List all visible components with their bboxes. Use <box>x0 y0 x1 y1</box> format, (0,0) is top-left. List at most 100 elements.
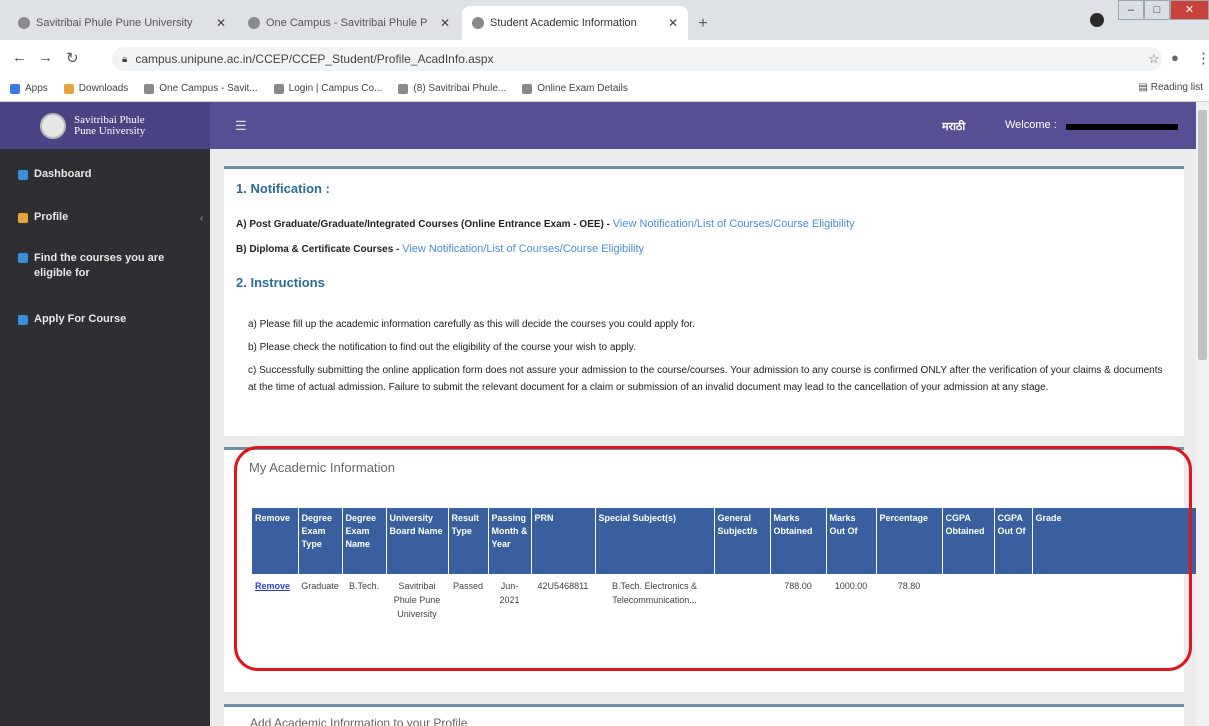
remove-academic-record-link[interactable]: Remove <box>255 581 290 591</box>
table-header: PRN <box>531 508 596 574</box>
marathi-language-link[interactable]: मराठी <box>942 119 965 134</box>
table-cell: 78.80 <box>897 581 921 591</box>
table-header: Degree Exam Name <box>342 508 387 574</box>
table-cell <box>994 574 1032 626</box>
bookmark-star-icon[interactable]: ☆ <box>1148 51 1160 67</box>
table-cell <box>1032 574 1209 626</box>
table-cell: 42U5468811 <box>537 581 589 591</box>
table-cell: 788.00 <box>784 581 812 591</box>
notification-heading: 1. Notification : <box>236 181 330 196</box>
table-cell: Jun-2021 <box>499 581 520 605</box>
sidebar-item-profile[interactable]: Profile <box>18 211 68 223</box>
table-cell <box>714 574 770 626</box>
site-favicon-icon <box>248 17 260 29</box>
table-header: University Board Name <box>386 508 449 574</box>
reading-list-button[interactable]: ▤ Reading list <box>1139 82 1204 93</box>
university-logo[interactable]: Savitribai Phule Pune University <box>0 102 210 149</box>
bookmark-savitribai[interactable]: (8) Savitribai Phule... <box>398 83 506 94</box>
browser-profile-icon[interactable] <box>1090 13 1104 27</box>
profile-icon <box>18 213 28 223</box>
table-header: Grade <box>1032 508 1209 574</box>
notification-line-a: A) Post Graduate/Graduate/Integrated Cou… <box>236 218 855 230</box>
table-header: Special Subject(s) <box>595 508 715 574</box>
sidebar <box>0 149 210 726</box>
table-cell: 1000.00 <box>834 581 868 591</box>
tab-title: One Campus - Savitribai Phule P <box>266 17 428 29</box>
browser-tab-bar: Savitribai Phule Pune University ✕ One C… <box>0 0 1209 40</box>
bookmark-apps[interactable]: Apps <box>10 83 48 94</box>
url-text: campus.unipune.ac.in/CCEP/CCEP_Student/P… <box>135 52 494 66</box>
view-notification-pg-link[interactable]: View Notification/List of Courses/Course… <box>613 218 855 230</box>
bookmark-one-campus[interactable]: One Campus - Savit... <box>144 83 258 94</box>
download-icon <box>63 83 74 94</box>
instruction-a: a) Please fill up the academic informati… <box>248 319 695 330</box>
page-scrollbar[interactable] <box>1196 102 1209 726</box>
address-bar[interactable]: 🔒︎ campus.unipune.ac.in/CCEP/CCEP_Studen… <box>112 47 1162 71</box>
logo-line-2: Pune University <box>74 124 146 137</box>
table-header: CGPA Obtained <box>942 508 995 574</box>
logo-line-1: Savitribai Phule <box>74 113 145 126</box>
add-academic-info-title: Add Academic Information to your Profile <box>250 716 468 726</box>
sidebar-item-dashboard[interactable]: Dashboard <box>18 168 91 180</box>
apps-grid-icon <box>10 83 20 94</box>
table-header: Degree Exam Type <box>298 508 343 574</box>
back-arrow-icon[interactable]: ← <box>12 49 27 66</box>
scrollbar-thumb[interactable] <box>1198 110 1207 360</box>
find-courses-icon <box>18 253 28 263</box>
hamburger-menu-icon[interactable]: ☰ <box>235 118 247 134</box>
bookmark-online-exam[interactable]: Online Exam Details <box>522 83 628 94</box>
reload-icon[interactable]: ↻ <box>66 49 79 67</box>
welcome-label: Welcome : <box>1005 119 1057 131</box>
close-tab-icon[interactable]: ✕ <box>216 16 226 30</box>
browser-tab-active[interactable]: Student Academic Information ✕ <box>462 6 688 40</box>
site-favicon-icon <box>472 17 484 29</box>
bookmark-downloads[interactable]: Downloads <box>63 83 128 94</box>
table-row: Remove Graduate B.Tech. Savitribai Phule… <box>252 574 1209 626</box>
tab-title: Student Academic Information <box>490 17 637 29</box>
browser-tab-spppu[interactable]: Savitribai Phule Pune University ✕ <box>8 6 236 40</box>
chevron-left-icon[interactable]: ‹ <box>200 213 203 224</box>
table-cell: B.Tech. <box>348 581 379 591</box>
instructions-heading: 2. Instructions <box>236 275 325 290</box>
university-seal-icon <box>40 112 66 139</box>
table-header: Marks Out Of <box>826 508 877 574</box>
table-header: CGPA Out Of <box>994 508 1033 574</box>
notification-line-b: B) Diploma & Certificate Courses - View … <box>236 243 645 255</box>
dashboard-icon <box>18 170 28 180</box>
bookmark-login[interactable]: Login | Campus Co... <box>273 83 382 94</box>
new-tab-icon[interactable]: + <box>692 13 714 35</box>
reading-list-icon: ▤ <box>1138 82 1151 93</box>
tab-title: Savitribai Phule Pune University <box>36 17 193 29</box>
site-favicon-icon <box>144 83 155 94</box>
minimize-window-button[interactable]: – <box>1118 0 1144 20</box>
table-cell: Graduate <box>301 581 339 591</box>
account-icon[interactable]: ● <box>1171 50 1179 65</box>
table-cell: B.Tech. Electronics & Telecommunication.… <box>611 581 698 605</box>
instruction-b: b) Please check the notification to find… <box>248 342 636 353</box>
view-notification-diploma-link[interactable]: View Notification/List of Courses/Course… <box>402 243 644 255</box>
table-header: General Subject/s <box>714 508 771 574</box>
browser-tab-one-campus[interactable]: One Campus - Savitribai Phule P ✕ <box>238 6 460 40</box>
table-header: Result Type <box>448 508 489 574</box>
maximize-window-button[interactable]: □ <box>1144 0 1170 20</box>
close-tab-icon[interactable]: ✕ <box>668 16 678 30</box>
academic-info-table: Remove Degree Exam Type Degree Exam Name… <box>252 508 1209 626</box>
table-header: Percentage <box>876 508 943 574</box>
close-window-button[interactable]: ✕ <box>1170 0 1209 20</box>
close-tab-icon[interactable]: ✕ <box>440 16 450 30</box>
table-header-row: Remove Degree Exam Type Degree Exam Name… <box>252 508 1209 574</box>
app-header: Savitribai Phule Pune University ☰ मराठी… <box>0 102 1196 149</box>
instruction-c: c) Successfully submitting the online ap… <box>248 365 1163 393</box>
table-cell: Passed <box>452 581 484 591</box>
table-header: Remove <box>252 508 299 574</box>
table-header: Passing Month & Year <box>488 508 532 574</box>
forward-arrow-icon[interactable]: → <box>38 49 53 66</box>
sidebar-item-find-courses[interactable]: Find the courses you are eligible for <box>18 251 198 281</box>
menu-kebab-icon[interactable]: ⋮ <box>1196 49 1209 67</box>
apply-course-icon <box>18 315 28 325</box>
sidebar-item-apply-course[interactable]: Apply For Course <box>18 313 126 325</box>
site-favicon-icon <box>522 83 533 94</box>
site-favicon-icon <box>273 83 284 94</box>
bookmarks-bar: Apps Downloads One Campus - Savit... Log… <box>0 76 1209 102</box>
site-favicon-icon <box>18 17 30 29</box>
